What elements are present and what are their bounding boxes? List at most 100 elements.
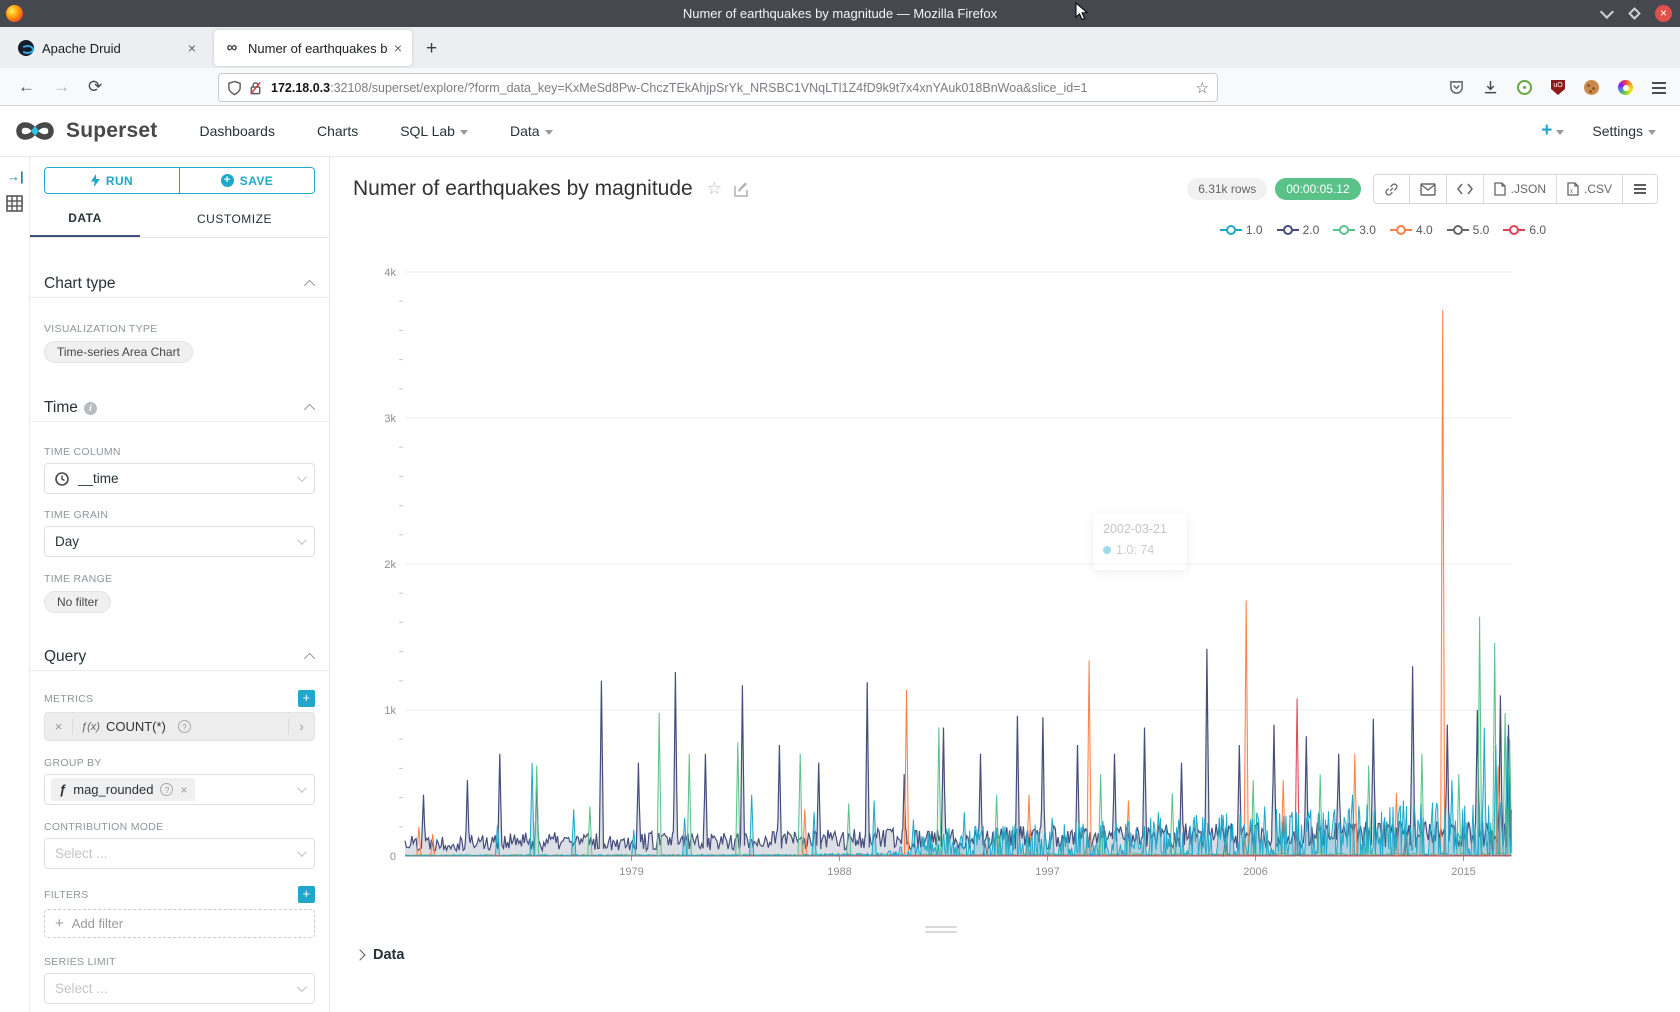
data-panel-toggle[interactable]: Data [356, 947, 404, 963]
help-icon: ? [178, 720, 191, 733]
add-metric-button[interactable]: + [298, 690, 315, 707]
add-filter-dropzone[interactable]: +Add filter [44, 909, 315, 938]
color-wheel-extension-icon[interactable] [1618, 80, 1633, 95]
time-range-pill[interactable]: No filter [44, 591, 111, 613]
tab-customize[interactable]: CUSTOMIZE [140, 200, 329, 237]
code-icon [1457, 183, 1473, 195]
bookmark-star-icon[interactable]: ☆ [1196, 79, 1209, 97]
file-icon [1494, 182, 1506, 196]
legend-marker-icon [1277, 225, 1299, 235]
chevron-right-icon[interactable]: › [288, 719, 314, 734]
nav-sql-lab[interactable]: SQL Lab [400, 123, 468, 139]
add-new-button[interactable]: + [1541, 120, 1564, 142]
shield-icon[interactable] [227, 80, 242, 96]
legend-item-1.0[interactable]: 1.0 [1220, 223, 1263, 237]
section-chart-type[interactable]: Chart type [44, 271, 315, 297]
favorite-star-icon[interactable]: ☆ [707, 179, 722, 199]
tab-apache-druid[interactable]: Apache Druid × [8, 30, 206, 66]
section-time[interactable]: Time i [44, 395, 315, 421]
tab-close-icon[interactable]: × [394, 40, 402, 56]
svg-text:1997: 1997 [1035, 866, 1059, 878]
group-by-label: GROUP BY [44, 757, 315, 769]
svg-text:2015: 2015 [1451, 866, 1475, 878]
clock-icon [55, 472, 69, 486]
time-grain-select[interactable]: Day [44, 526, 315, 557]
chevron-down-icon [297, 982, 307, 992]
cookie-extension-icon[interactable] [1584, 80, 1599, 95]
svg-text:0: 0 [390, 851, 396, 863]
new-tab-button[interactable]: + [426, 38, 437, 60]
nav-charts[interactable]: Charts [317, 123, 358, 139]
row-count-badge: 6.31k rows [1187, 178, 1267, 200]
copy-link-button[interactable] [1374, 175, 1409, 203]
url-text[interactable]: 172.18.0.3:32108/superset/explore/?form_… [271, 81, 1190, 95]
metric-count-pill[interactable]: × ƒ(x) COUNT(*) ? › [44, 712, 315, 741]
series-limit-select[interactable]: Select ... [44, 973, 315, 1004]
dataset-grid-icon[interactable] [6, 195, 23, 212]
contribution-mode-label: CONTRIBUTION MODE [44, 821, 315, 833]
remove-groupby-icon[interactable]: × [180, 783, 187, 797]
nav-data[interactable]: Data [510, 123, 553, 139]
legend-item-3.0[interactable]: 3.0 [1333, 223, 1376, 237]
embed-code-button[interactable] [1446, 175, 1483, 203]
back-button[interactable]: ← [18, 77, 35, 97]
chart-menu-button[interactable] [1622, 175, 1657, 203]
tab-close-icon[interactable]: × [188, 40, 196, 56]
legend-item-2.0[interactable]: 2.0 [1277, 223, 1320, 237]
browser-menu-icon[interactable] [1652, 82, 1666, 94]
privacy-badger-icon[interactable] [1517, 80, 1532, 95]
chevron-up-icon [304, 653, 315, 664]
url-host: 172.18.0.3 [271, 81, 330, 95]
window-maximize-icon[interactable] [1628, 7, 1641, 20]
reload-button[interactable]: ⟳ [88, 77, 102, 97]
pane-resize-handle[interactable] [925, 926, 957, 936]
superset-favicon: ∞ [224, 40, 240, 56]
viz-type-pill[interactable]: Time-series Area Chart [44, 341, 193, 363]
chart-title: Numer of earthquakes by magnitude [353, 177, 693, 201]
fx-icon: ƒ(x) [81, 721, 100, 733]
timeseries-area-chart[interactable]: 01k2k3k4k19791988199720062015 [340, 245, 1580, 895]
lightning-icon [91, 174, 100, 187]
section-query[interactable]: Query [44, 644, 315, 670]
legend-label: 6.0 [1529, 223, 1546, 237]
group-by-select[interactable]: ƒ mag_rounded ? × [44, 774, 315, 805]
superset-logo[interactable]: Superset [12, 116, 157, 146]
nav-dashboards[interactable]: Dashboards [199, 123, 275, 139]
url-bar[interactable]: 172.18.0.3:32108/superset/explore/?form_… [218, 73, 1218, 102]
contribution-mode-select[interactable]: Select ... [44, 838, 315, 869]
viz-type-label: VISUALIZATION TYPE [44, 323, 315, 335]
chevron-down-icon [297, 535, 307, 545]
nav-settings[interactable]: Settings [1592, 123, 1656, 139]
window-close-icon[interactable]: × [1655, 5, 1672, 22]
legend-item-4.0[interactable]: 4.0 [1390, 223, 1433, 237]
mouse-cursor [1075, 2, 1091, 22]
run-button[interactable]: RUN [45, 168, 179, 193]
forward-button[interactable]: → [53, 77, 70, 97]
legend-label: 4.0 [1416, 223, 1433, 237]
remove-metric-icon[interactable]: × [45, 719, 73, 734]
tab-earthquakes-active[interactable]: ∞ Numer of earthquakes by × [214, 30, 412, 66]
group-by-pill[interactable]: ƒ mag_rounded ? × [51, 778, 195, 801]
control-panel: RUN + SAVE DATA CUSTOMIZE Chart type VIS… [30, 157, 330, 1012]
download-icon[interactable] [1483, 80, 1498, 95]
legend-item-6.0[interactable]: 6.0 [1503, 223, 1546, 237]
email-button[interactable] [1409, 175, 1446, 203]
info-icon: i [84, 402, 97, 415]
legend-item-5.0[interactable]: 5.0 [1447, 223, 1490, 237]
druid-favicon [18, 40, 34, 56]
save-button[interactable]: + SAVE [179, 168, 314, 193]
lock-insecure-icon[interactable] [248, 80, 263, 96]
export-csv-button[interactable]: x .CSV [1556, 175, 1622, 203]
svg-text:4k: 4k [384, 267, 396, 279]
window-title: Numer of earthquakes by magnitude — Mozi… [0, 6, 1680, 21]
time-column-label: TIME COLUMN [44, 446, 315, 458]
pocket-icon[interactable] [1449, 80, 1464, 95]
tab-data[interactable]: DATA [30, 200, 140, 237]
time-column-select[interactable]: __time [44, 463, 315, 494]
expand-datasource-icon[interactable]: →| [7, 169, 24, 184]
ublock-icon[interactable]: uO [1551, 80, 1565, 95]
add-filter-button[interactable]: + [298, 886, 315, 903]
chevron-down-icon [460, 130, 468, 135]
export-json-button[interactable]: .JSON [1483, 175, 1556, 203]
edit-title-icon[interactable] [734, 182, 749, 197]
